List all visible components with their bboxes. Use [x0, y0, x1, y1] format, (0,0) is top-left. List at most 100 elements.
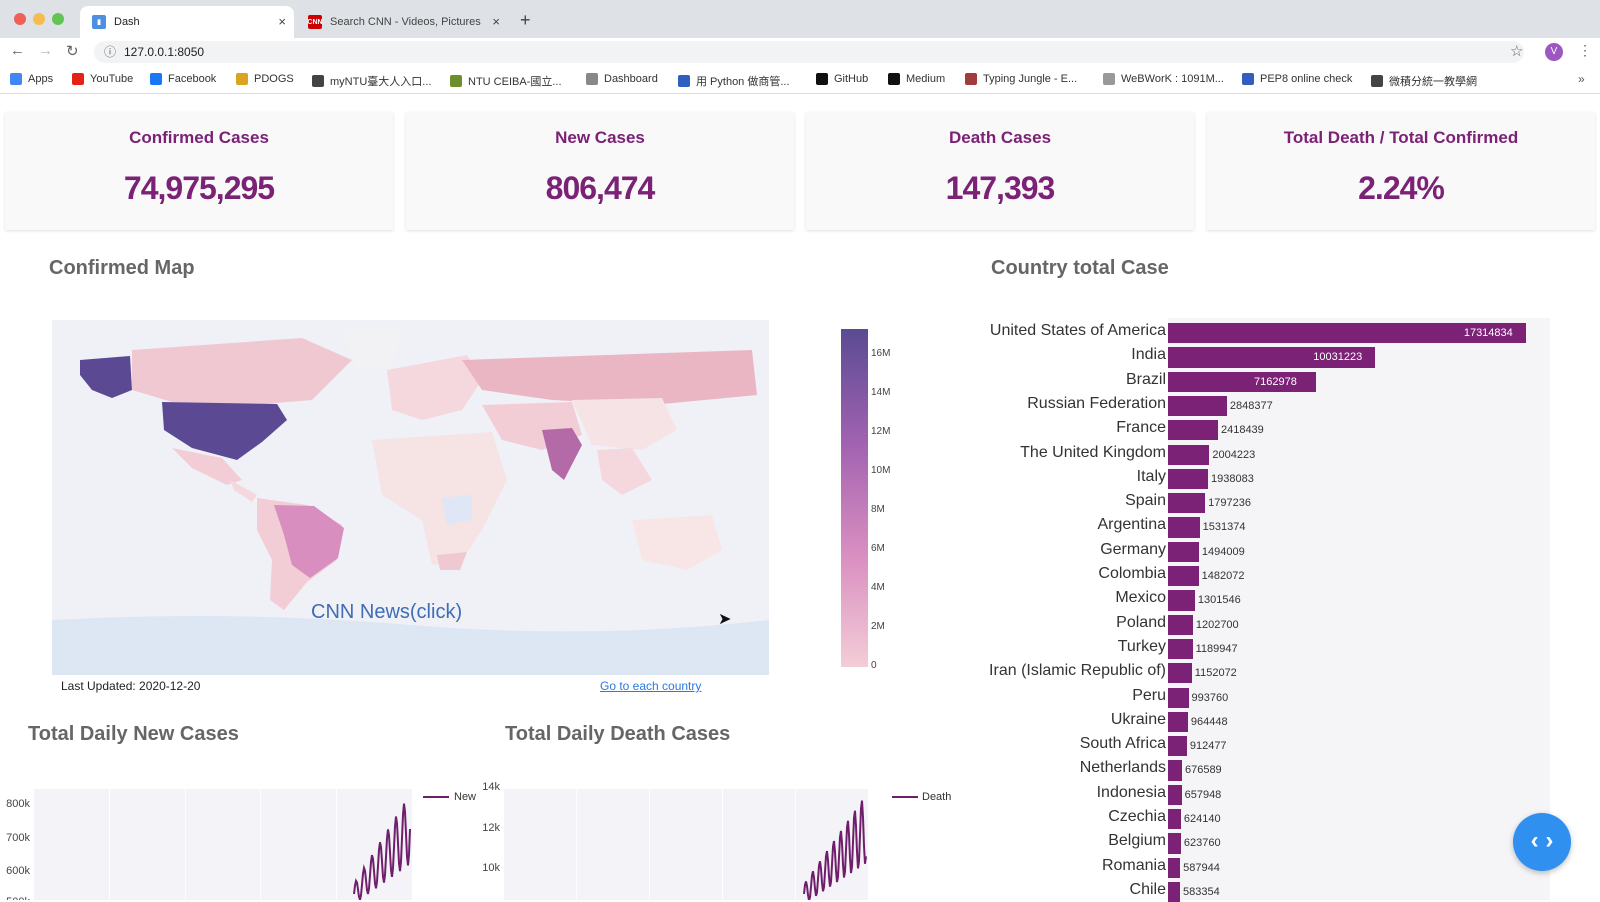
- bookmark-item[interactable]: Typing Jungle - E...: [965, 73, 1077, 85]
- bar-category-label: United States of America: [989, 322, 1166, 339]
- country-bar[interactable]: [1168, 711, 1188, 733]
- country-total-title: Country total Case: [991, 257, 1169, 279]
- country-bar[interactable]: [1168, 736, 1187, 757]
- country-bar[interactable]: [1168, 663, 1192, 684]
- bookmark-item[interactable]: Apps: [10, 73, 53, 85]
- pdogs-icon: [236, 73, 248, 85]
- webwork-icon: [1103, 73, 1115, 85]
- daily-death-line-chart: 14k 12k 10k: [482, 781, 868, 900]
- profile-avatar[interactable]: V: [1545, 43, 1563, 61]
- bookmark-label: Typing Jungle - E...: [983, 73, 1078, 85]
- info-icon[interactable]: ⓘ: [104, 41, 116, 63]
- card-value: 74,975,295: [123, 170, 275, 206]
- minimize-window-button[interactable]: [33, 13, 45, 25]
- country-bar[interactable]: [1168, 517, 1200, 538]
- country-bar[interactable]: [1168, 833, 1181, 854]
- bookmark-label: WeBWorK : 1091M...: [1121, 73, 1224, 85]
- country-bar[interactable]: [1168, 784, 1182, 805]
- country-bar[interactable]: [1168, 468, 1209, 490]
- country-dr-congo[interactable]: [442, 495, 472, 525]
- bar-category-label: Romania: [1101, 856, 1166, 874]
- bookmark-item[interactable]: PEP8 online check: [1242, 73, 1352, 85]
- cnn-news-link[interactable]: CNN News(click): [311, 601, 462, 624]
- country-bar[interactable]: [1168, 541, 1199, 562]
- daily-death-title: Total Daily Death Cases: [505, 723, 731, 745]
- card-title: New Cases: [555, 128, 645, 147]
- forward-arrow-icon[interactable]: →: [38, 42, 53, 59]
- bookmark-label: GitHub: [834, 73, 869, 85]
- close-tab-icon[interactable]: ×: [492, 14, 500, 29]
- maximize-window-button[interactable]: [52, 13, 64, 25]
- country-bar[interactable]: [1168, 857, 1181, 878]
- country-bar[interactable]: [1168, 614, 1193, 635]
- country-bar[interactable]: [1168, 809, 1181, 830]
- country-bar[interactable]: [1168, 395, 1227, 417]
- country-bar[interactable]: [1168, 444, 1210, 465]
- legend-new-swatch: [423, 796, 449, 798]
- bar-value-label: 1797236: [1208, 497, 1251, 510]
- bar-value-label: 1202700: [1195, 618, 1239, 631]
- close-tab-icon[interactable]: ×: [278, 14, 286, 29]
- daily-new-title: Total Daily New Cases: [28, 723, 239, 745]
- bar-value-label: 1938083: [1211, 472, 1254, 485]
- bookmark-item[interactable]: NTU CEIBA-國立...: [450, 73, 562, 89]
- colorbar-tick-label: 8M: [871, 504, 885, 515]
- bookmark-label: Apps: [28, 73, 54, 85]
- country-bar[interactable]: [1168, 590, 1195, 611]
- bookmark-item[interactable]: WeBWorK : 1091M...: [1103, 73, 1224, 85]
- bookmark-item[interactable]: Dashboard: [586, 73, 658, 85]
- card-value: 2.24%: [1358, 170, 1445, 206]
- dash-chart-icon: ▮: [92, 15, 106, 29]
- colorbar-tick-label: 0: [871, 660, 877, 671]
- bar-value-label: 2848377: [1229, 399, 1273, 412]
- bar-category-label: Peru: [1132, 686, 1166, 704]
- bookmark-item[interactable]: myNTU臺大人入口...: [312, 73, 431, 89]
- reload-icon[interactable]: ↻: [66, 42, 79, 60]
- country-bar[interactable]: [1168, 566, 1199, 587]
- apps-grid-icon: [10, 73, 22, 85]
- bar-value-label: 2004223: [1212, 448, 1256, 461]
- bar-category-label: Iran (Islamic Republic of): [989, 662, 1166, 680]
- country-bar[interactable]: [1168, 493, 1206, 514]
- bar-category-label: Ukraine: [1110, 710, 1166, 728]
- bookmark-item[interactable]: GitHub: [816, 73, 868, 85]
- bookmark-item[interactable]: Medium: [888, 73, 945, 85]
- country-bar[interactable]: [1168, 420, 1218, 441]
- bookmark-label: PDOGS: [254, 73, 294, 85]
- close-window-button[interactable]: [14, 13, 26, 25]
- y-tick-label: 600k: [6, 865, 30, 877]
- url-input[interactable]: ⓘ 127.0.0.1:8050: [94, 41, 1524, 63]
- tab-title: Dash: [114, 16, 140, 28]
- bookmark-star-icon[interactable]: ☆: [1510, 42, 1523, 60]
- globe-icon: [312, 75, 324, 87]
- bar-category-label: Poland: [1116, 613, 1166, 631]
- country-bar[interactable]: [1168, 881, 1181, 902]
- go-to-country-link[interactable]: Go to each country: [600, 679, 701, 693]
- bookmark-item[interactable]: 微積分統一教學網: [1371, 73, 1477, 89]
- tab-cnn[interactable]: CNN Search CNN - Videos, Pictures ×: [296, 6, 508, 38]
- y-tick-label: 800k: [6, 798, 30, 810]
- bar-value-label: 1189947: [1195, 642, 1238, 655]
- bookmark-item[interactable]: YouTube: [72, 73, 133, 85]
- bookmark-item[interactable]: PDOGS: [236, 73, 294, 85]
- new-tab-button[interactable]: +: [520, 10, 531, 31]
- country-bar[interactable]: [1168, 760, 1182, 781]
- card-title: Death Cases: [948, 128, 1052, 147]
- back-arrow-icon[interactable]: ←: [10, 42, 25, 59]
- bar-category-label: Brazil: [1125, 370, 1166, 388]
- bookmark-item[interactable]: 用 Python 做商管...: [678, 73, 790, 89]
- browser-menu-icon[interactable]: ⋮: [1578, 42, 1592, 59]
- map-colorbar: [841, 329, 868, 667]
- card-title: Total Death / Total Confirmed: [1283, 128, 1519, 147]
- ceiba-icon: [450, 75, 462, 87]
- country-bar[interactable]: [1168, 638, 1193, 660]
- dash-debug-toggle-button[interactable]: ‹ ›: [1513, 813, 1571, 871]
- more-bookmarks-icon[interactable]: »: [1578, 72, 1585, 86]
- y-tick-label: 10k: [482, 862, 500, 874]
- new-cases-card: New Cases 806,474: [406, 112, 794, 230]
- bar-category-label: Belgium: [1108, 832, 1166, 850]
- bookmark-item[interactable]: Facebook: [150, 73, 216, 85]
- tab-dash[interactable]: ▮ Dash ×: [80, 6, 294, 38]
- country-bar[interactable]: [1168, 687, 1189, 708]
- y-tick-label: 700k: [6, 832, 30, 844]
